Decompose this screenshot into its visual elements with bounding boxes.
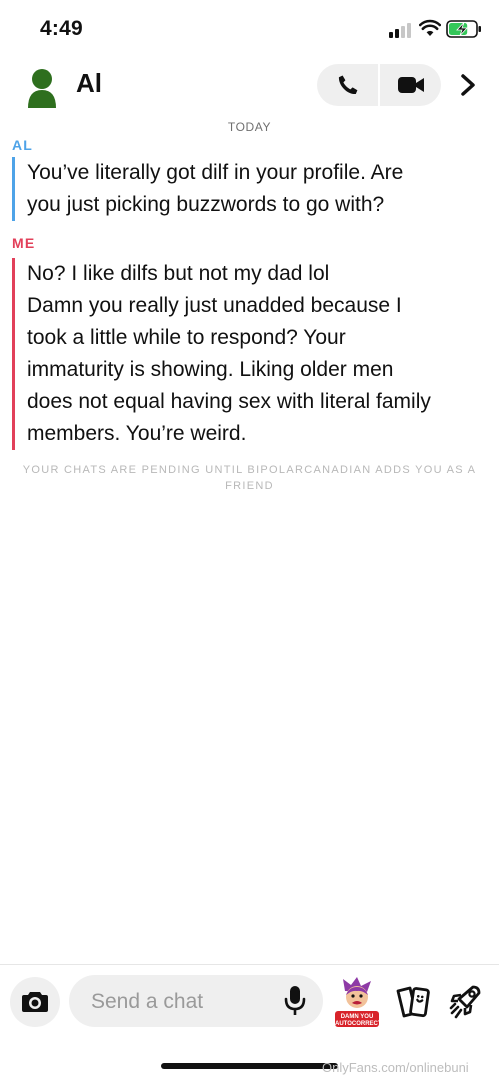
phone-icon (338, 75, 357, 95)
call-buttons (317, 64, 441, 106)
sender-label-al: AL (12, 137, 34, 153)
composer-bar: DAMN YOU AUTOCORRECT! (0, 964, 499, 1039)
avatar[interactable] (25, 68, 59, 108)
microphone-icon[interactable] (284, 985, 306, 1017)
video-call-button[interactable] (380, 64, 441, 106)
camera-button[interactable] (10, 977, 60, 1027)
home-indicator[interactable] (161, 1063, 338, 1069)
status-bar: 4:49 (0, 0, 499, 56)
message-line: does not equal having sex with literal f… (27, 390, 431, 413)
message-line: No? I like dilfs but not my dad lol (27, 262, 330, 285)
sender-label-me: ME (12, 235, 36, 251)
sticker-button[interactable]: DAMN YOU AUTOCORRECT! (333, 975, 384, 1029)
status-time: 4:49 (40, 17, 83, 40)
date-label: TODAY (227, 120, 272, 134)
watermark: OnlyFans.com/onlinebuni (322, 1060, 469, 1075)
chat-input[interactable] (89, 985, 273, 1019)
video-icon (397, 77, 424, 93)
voice-call-button[interactable] (317, 64, 378, 106)
cards-icon[interactable] (395, 985, 431, 1019)
message-line: you just picking buzzwords to go with? (27, 193, 385, 216)
contact-name[interactable]: Al (76, 68, 102, 99)
message-al[interactable]: You’ve literally got dilf in your profil… (12, 157, 497, 221)
message-line: You’ve literally got dilf in your profil… (27, 161, 404, 184)
message-line: members. You’re weird. (27, 422, 247, 445)
camera-icon (22, 992, 48, 1012)
message-me[interactable]: No? I like dilfs but not my dad lol Damn… (12, 258, 497, 450)
rocket-icon[interactable] (449, 983, 483, 1021)
message-line: immaturity is showing. Liking older men (27, 358, 394, 381)
battery-charging-icon (446, 20, 481, 38)
chevron-right-icon[interactable] (457, 72, 479, 98)
message-line: took a little while to respond? Your (27, 326, 346, 349)
sticker-caption: DAMN YOU AUTOCORRECT! (335, 1014, 384, 1027)
cellular-signal-icon (389, 22, 415, 38)
pending-notice: YOUR CHATS ARE PENDING UNTIL BIPOLARCANA… (22, 464, 477, 492)
wifi-icon (419, 19, 441, 36)
message-line: Damn you really just unadded because I (27, 294, 402, 317)
chat-header: Al (0, 56, 499, 116)
